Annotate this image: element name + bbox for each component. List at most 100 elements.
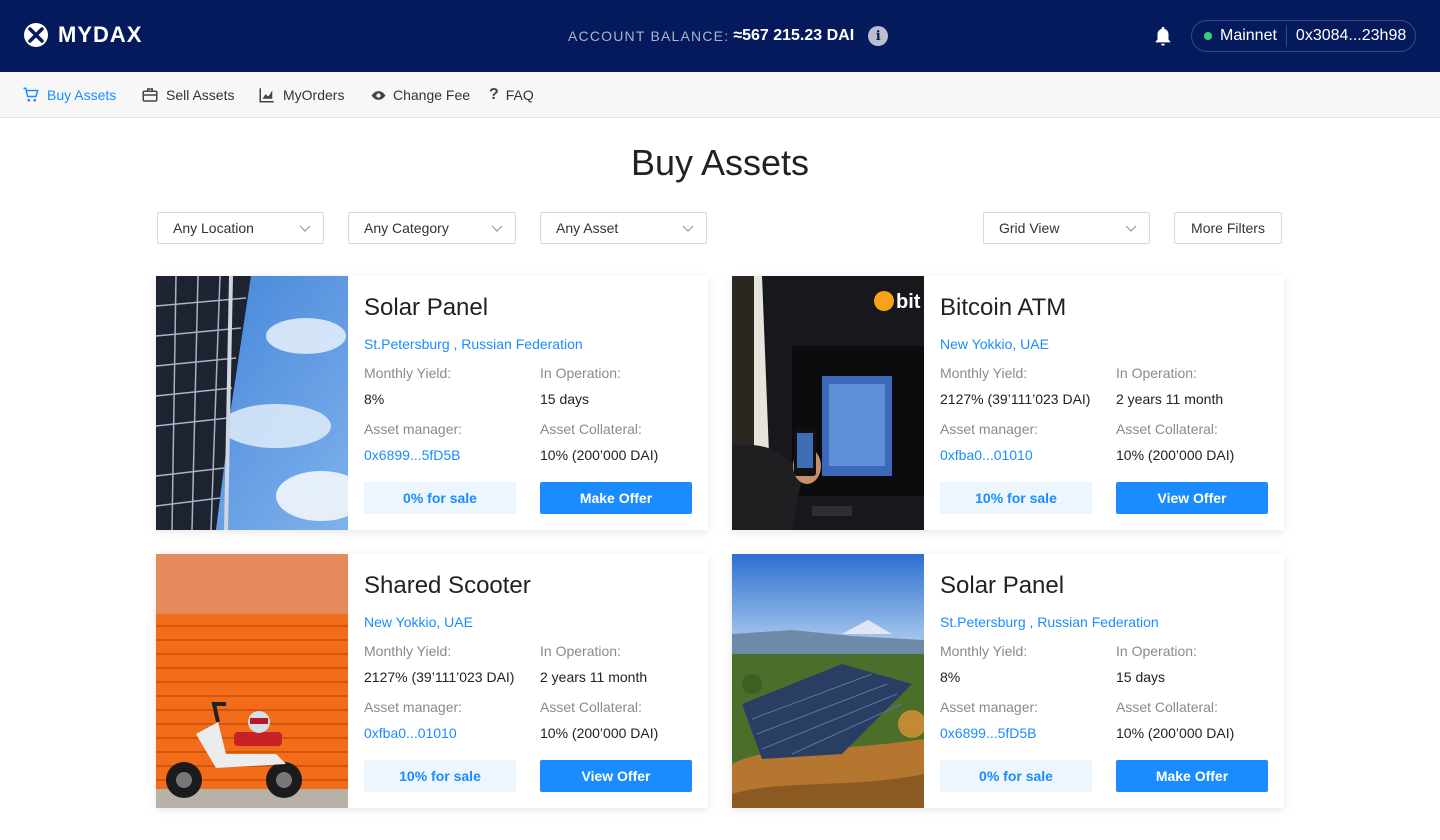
network-status-dot bbox=[1204, 32, 1212, 40]
logo-text: MYDAX bbox=[58, 22, 143, 47]
top-bar: MYDAX ACCOUNT BALANCE: ≈567 215.23 DAI i… bbox=[0, 0, 1440, 72]
manager-label: Asset manager: bbox=[940, 699, 1039, 715]
operation-label: In Operation: bbox=[540, 365, 621, 381]
for-sale-badge: 10% for sale bbox=[364, 760, 516, 792]
yield-value: 2127% (39’111’023 DAI) bbox=[364, 669, 515, 685]
asset-title: Solar Panel bbox=[940, 572, 1065, 599]
asset-card[interactable]: Shared Scooter New Yokkio, UAE Monthly Y… bbox=[156, 554, 708, 808]
view-offer-button[interactable]: View Offer bbox=[540, 760, 692, 792]
main-nav: Buy Assets Sell Assets MyOrders Change F… bbox=[0, 72, 1440, 118]
asset-card[interactable]: bit Bitcoin ATM New Yokkio, UAE Monthly … bbox=[732, 276, 1284, 530]
manager-label: Asset manager: bbox=[364, 699, 463, 715]
card-body: Bitcoin ATM New Yokkio, UAE Monthly Yiel… bbox=[940, 276, 1276, 530]
yield-label: Monthly Yield: bbox=[364, 643, 452, 659]
operation-value: 2 years 11 month bbox=[1116, 391, 1224, 407]
question-icon: ? bbox=[489, 86, 499, 103]
yield-label: Monthly Yield: bbox=[940, 365, 1028, 381]
nav-my-orders[interactable]: MyOrders bbox=[258, 72, 344, 118]
scooter-photo bbox=[156, 554, 348, 808]
for-sale-badge: 0% for sale bbox=[940, 760, 1092, 792]
operation-value: 15 days bbox=[1116, 669, 1166, 685]
collateral-label: Asset Collateral: bbox=[540, 699, 642, 715]
asset-card[interactable]: Solar Panel St.Petersburg , Russian Fede… bbox=[732, 554, 1284, 808]
asset-title: Bitcoin ATM bbox=[940, 294, 1067, 321]
card-body: Solar Panel St.Petersburg , Russian Fede… bbox=[364, 276, 700, 530]
asset-title: Shared Scooter bbox=[364, 572, 531, 599]
nav-label: Buy Assets bbox=[47, 87, 117, 103]
yield-value: 8% bbox=[364, 391, 385, 407]
chart-icon bbox=[259, 88, 274, 103]
for-sale-badge: 0% for sale bbox=[364, 482, 516, 514]
manager-address[interactable]: 0xfba0...01010 bbox=[940, 447, 1033, 463]
logo[interactable]: MYDAX bbox=[24, 22, 142, 48]
nav-sell-assets[interactable]: Sell Assets bbox=[141, 72, 234, 118]
asset-location[interactable]: New Yokkio, UAE bbox=[940, 336, 1049, 352]
manager-address[interactable]: 0x6899...5fD5B bbox=[940, 725, 1037, 741]
asset-select[interactable]: Any Asset bbox=[540, 212, 707, 244]
bitcoin-atm-photo: bit bbox=[732, 276, 924, 530]
asset-location[interactable]: New Yokkio, UAE bbox=[364, 614, 473, 630]
eye-icon bbox=[371, 90, 386, 100]
collateral-value: 10% (200’000 DAI) bbox=[540, 447, 659, 463]
manager-label: Asset manager: bbox=[364, 421, 463, 437]
solar-farm-photo bbox=[732, 554, 924, 808]
solar-panel-photo bbox=[156, 276, 348, 530]
operation-label: In Operation: bbox=[540, 643, 621, 659]
nav-change-fee[interactable]: Change Fee bbox=[371, 72, 470, 118]
nav-label: MyOrders bbox=[283, 87, 345, 103]
chevron-down-icon bbox=[682, 225, 694, 232]
chevron-down-icon bbox=[1125, 225, 1137, 232]
card-body: Shared Scooter New Yokkio, UAE Monthly Y… bbox=[364, 554, 700, 808]
yield-label: Monthly Yield: bbox=[364, 365, 452, 381]
info-icon[interactable]: i bbox=[868, 26, 889, 46]
logo-icon bbox=[24, 23, 48, 47]
nav-label: Change Fee bbox=[393, 87, 471, 103]
location-select[interactable]: Any Location bbox=[157, 212, 324, 244]
cart-icon bbox=[23, 87, 39, 102]
view-offer-button[interactable]: View Offer bbox=[1116, 482, 1268, 514]
category-select[interactable]: Any Category bbox=[348, 212, 516, 244]
collateral-label: Asset Collateral: bbox=[1116, 699, 1218, 715]
make-offer-button[interactable]: Make Offer bbox=[1116, 760, 1268, 792]
make-offer-button[interactable]: Make Offer bbox=[540, 482, 692, 514]
wallet-address: 0x3084...23h98 bbox=[1295, 27, 1407, 44]
operation-value: 15 days bbox=[540, 391, 590, 407]
asset-card[interactable]: Solar Panel St.Petersburg , Russian Fede… bbox=[156, 276, 708, 530]
wallet-network[interactable]: Mainnet 0x3084...23h98 bbox=[1191, 20, 1416, 52]
operation-value: 2 years 11 month bbox=[540, 669, 648, 685]
chevron-down-icon bbox=[491, 225, 503, 232]
collateral-value: 10% (200’000 DAI) bbox=[1116, 447, 1235, 463]
collateral-label: Asset Collateral: bbox=[1116, 421, 1218, 437]
select-value: Any Category bbox=[364, 220, 449, 236]
yield-value: 2127% (39’111’023 DAI) bbox=[940, 391, 1091, 407]
select-value: Grid View bbox=[999, 220, 1060, 236]
select-value: Any Location bbox=[173, 220, 254, 236]
collateral-value: 10% (200’000 DAI) bbox=[1116, 725, 1235, 741]
divider bbox=[1285, 25, 1287, 47]
yield-label: Monthly Yield: bbox=[940, 643, 1028, 659]
card-body: Solar Panel St.Petersburg , Russian Fede… bbox=[940, 554, 1276, 808]
collateral-label: Asset Collateral: bbox=[540, 421, 642, 437]
nav-buy-assets[interactable]: Buy Assets bbox=[22, 72, 116, 118]
nav-label: FAQ bbox=[505, 87, 534, 103]
nav-faq[interactable]: ? FAQ bbox=[489, 72, 534, 118]
operation-label: In Operation: bbox=[1116, 643, 1197, 659]
nav-label: Sell Assets bbox=[166, 87, 235, 103]
page-title: Buy Assets bbox=[630, 142, 810, 183]
bell-icon[interactable] bbox=[1152, 25, 1174, 47]
asset-location[interactable]: St.Petersburg , Russian Federation bbox=[940, 614, 1159, 630]
for-sale-badge: 10% for sale bbox=[940, 482, 1092, 514]
collateral-value: 10% (200’000 DAI) bbox=[540, 725, 659, 741]
manager-label: Asset manager: bbox=[940, 421, 1039, 437]
svg-text:bit: bit bbox=[896, 291, 921, 313]
balance-value: ≈567 215.23 DAI bbox=[733, 27, 855, 44]
select-value: Any Asset bbox=[556, 220, 619, 236]
asset-location[interactable]: St.Petersburg , Russian Federation bbox=[364, 336, 583, 352]
manager-address[interactable]: 0x6899...5fD5B bbox=[364, 447, 461, 463]
chevron-down-icon bbox=[299, 225, 311, 232]
view-select[interactable]: Grid View bbox=[983, 212, 1150, 244]
manager-address[interactable]: 0xfba0...01010 bbox=[364, 725, 457, 741]
yield-value: 8% bbox=[940, 669, 961, 685]
more-filters-button[interactable]: More Filters bbox=[1174, 212, 1282, 244]
network-name: Mainnet bbox=[1220, 27, 1277, 44]
